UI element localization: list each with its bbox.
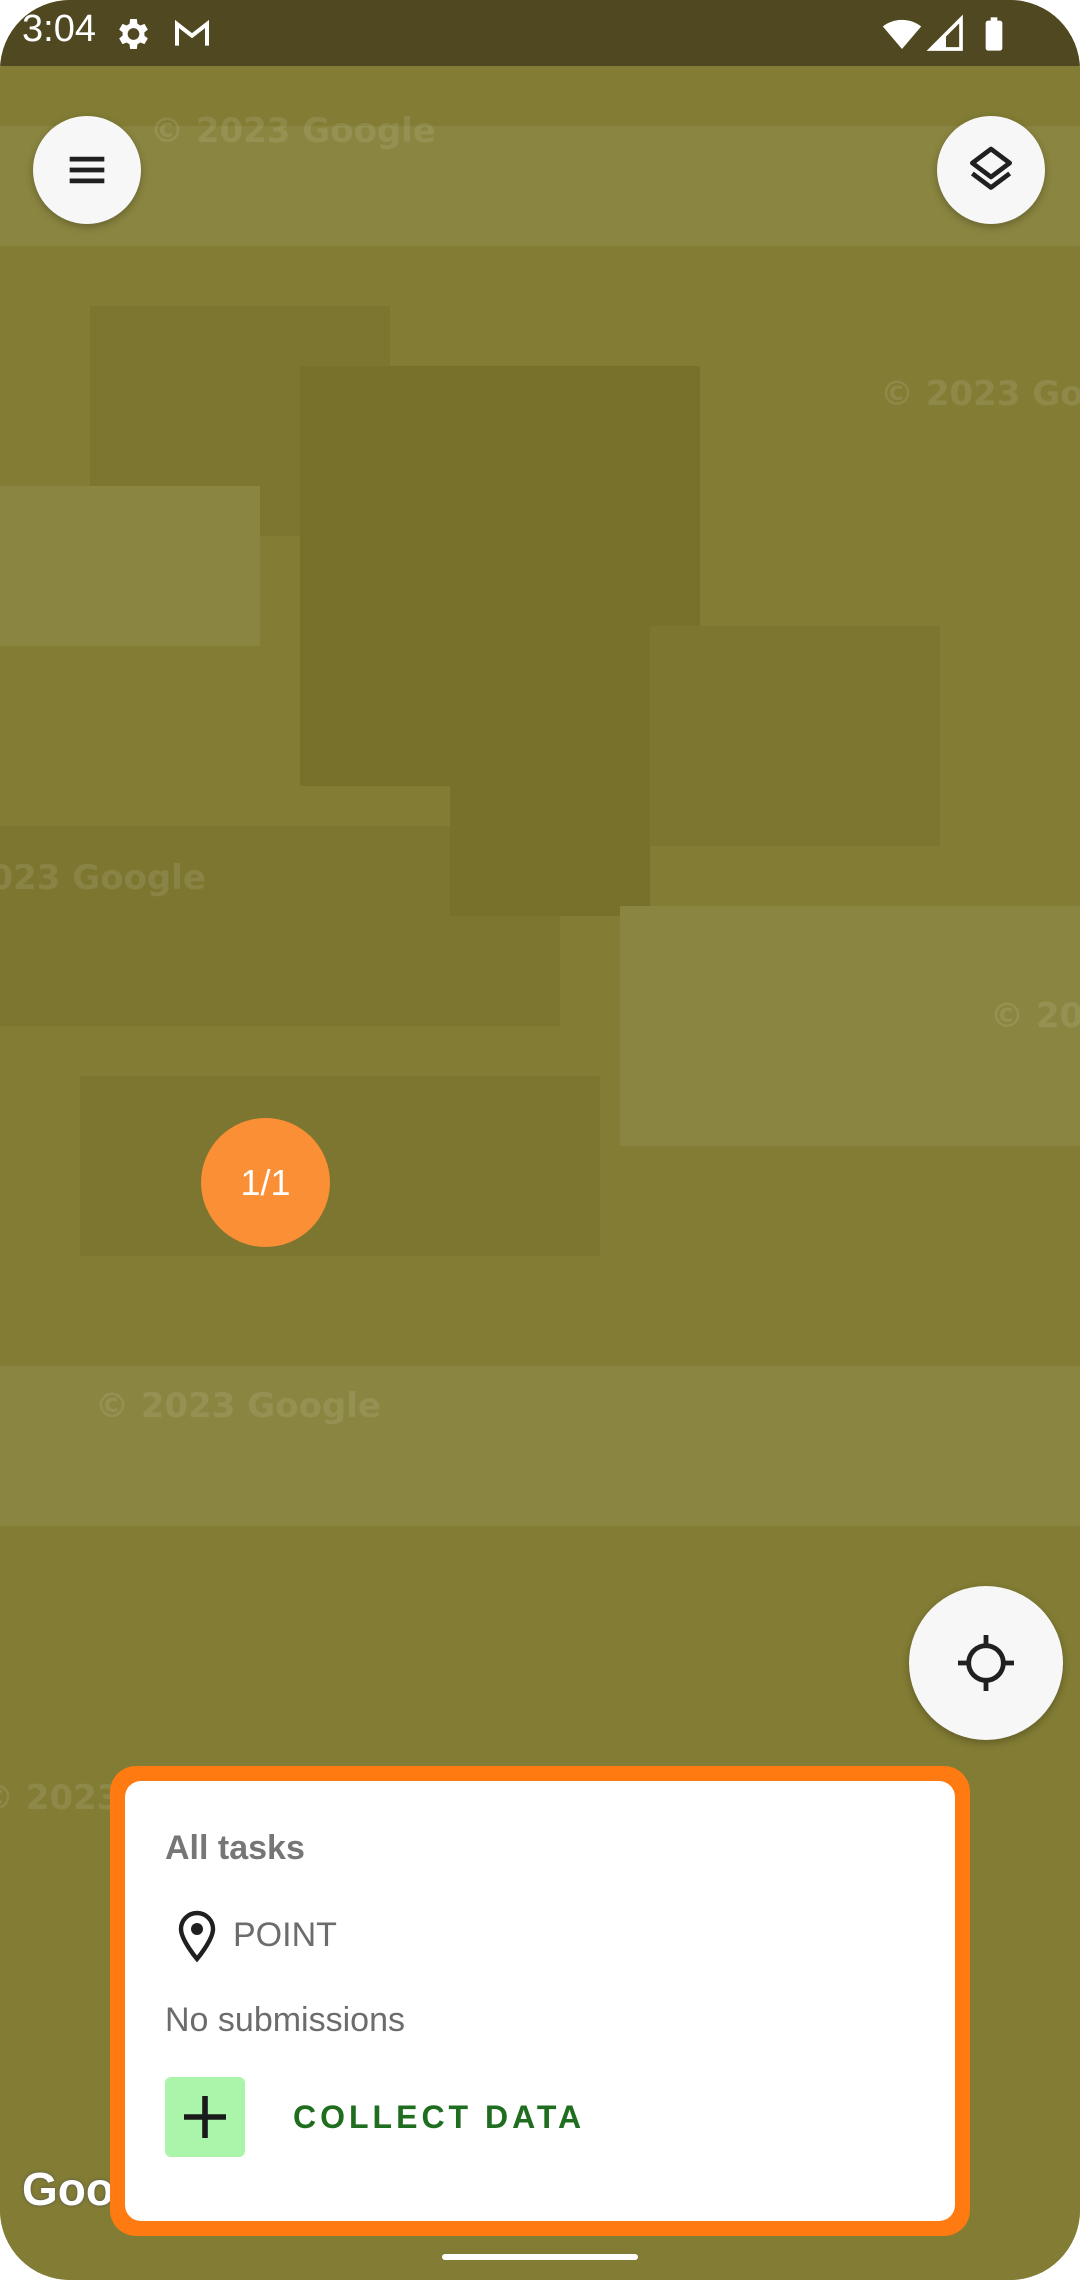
- menu-button[interactable]: [33, 116, 141, 224]
- card-title: All tasks: [165, 1829, 305, 1867]
- map-cluster-marker[interactable]: 1/1: [201, 1118, 330, 1247]
- map-watermark: © 2023 Google: [990, 996, 1080, 1036]
- menu-icon: [69, 156, 105, 184]
- collect-data-button[interactable]: COLLECT DATA: [165, 2077, 585, 2157]
- geometry-label: POINT: [233, 1915, 337, 1954]
- layers-icon: [970, 146, 1012, 190]
- phone-screen: © 2023 Google © 2023 Google © 2023 Googl…: [0, 0, 1080, 2280]
- status-time: 3:04: [22, 8, 96, 50]
- plus-icon: [165, 2077, 245, 2157]
- submissions-text: No submissions: [165, 2001, 405, 2039]
- gmail-icon: [172, 14, 212, 54]
- my-location-button[interactable]: [909, 1586, 1063, 1740]
- map-tile: [80, 1076, 600, 1256]
- map-watermark: © 2023 Google: [880, 374, 1080, 414]
- map-watermark: © 2023 Google: [95, 1386, 381, 1426]
- map-tile: [0, 486, 260, 646]
- map-watermark: © 2023 Google: [150, 111, 436, 151]
- job-card: All tasks POINT No submissions COLLECT D…: [125, 1781, 955, 2221]
- map-tile: [450, 566, 650, 916]
- status-bar: 3:04: [0, 0, 1080, 66]
- wifi-icon: [882, 14, 922, 54]
- map-watermark: © 2023 Google: [0, 858, 206, 898]
- google-attribution: Goo: [22, 2163, 114, 2215]
- my-location-icon: [958, 1635, 1014, 1691]
- home-indicator[interactable]: [442, 2254, 638, 2260]
- geometry-row: POINT: [173, 1907, 337, 1963]
- signal-icon: [926, 14, 966, 54]
- collect-data-label: COLLECT DATA: [293, 2098, 586, 2135]
- layers-button[interactable]: [937, 116, 1045, 224]
- battery-icon: [974, 14, 1014, 54]
- settings-icon: [112, 14, 152, 54]
- map-pin-icon: [178, 1910, 216, 1963]
